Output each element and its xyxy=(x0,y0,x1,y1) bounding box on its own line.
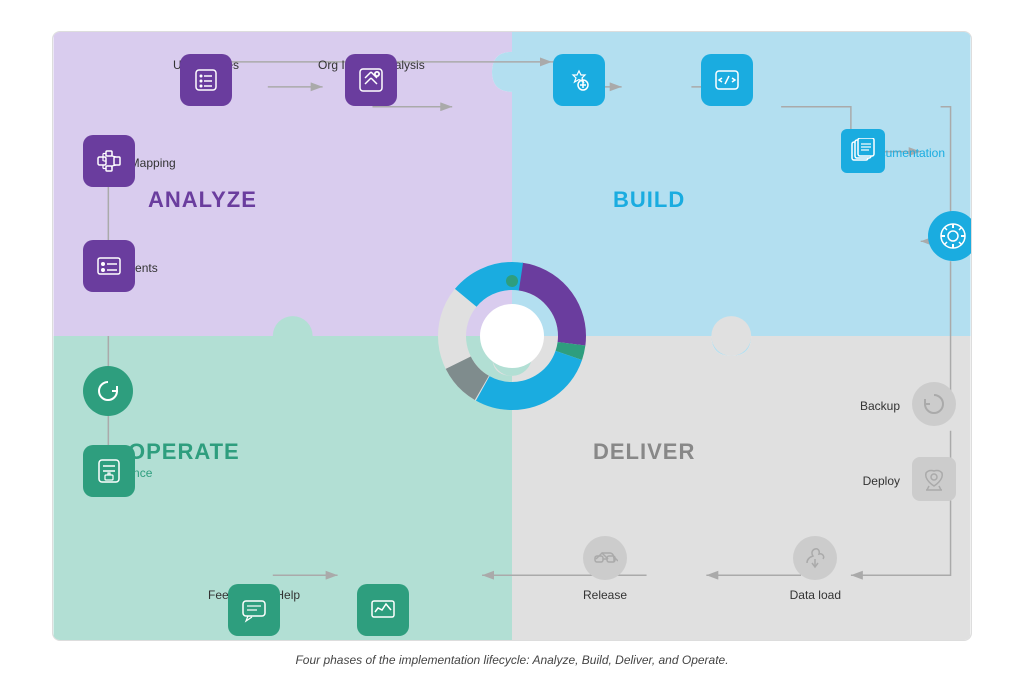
requirements-item: Requirements xyxy=(83,257,158,275)
requirements-icon xyxy=(83,240,135,292)
data-load-icon xyxy=(793,536,837,580)
phase-build-label: BUILD xyxy=(613,187,685,213)
phase-deliver-label: DELIVER xyxy=(593,439,695,465)
feedback-help-icon xyxy=(228,584,280,636)
restore-item: Restore xyxy=(83,382,131,400)
backup-label: Backup xyxy=(860,399,900,413)
test-icon xyxy=(928,211,972,261)
phase-analyze-label: ANALYZE xyxy=(148,187,257,213)
backup-item: Backup xyxy=(860,382,956,426)
deploy-label: Deploy xyxy=(863,474,900,488)
process-mapping-icon xyxy=(83,135,135,187)
feedback-help-item: Feedback & Help xyxy=(208,584,300,602)
compliance-item: Compliance xyxy=(83,462,152,480)
configure-icon xyxy=(553,54,605,106)
monitor-icon xyxy=(357,584,409,636)
donut-chart xyxy=(427,251,597,421)
configure-item: Configure xyxy=(553,54,605,72)
outer-container: ANALYZE BUILD OPERATE DELIVER User Stori… xyxy=(32,11,992,687)
diagram-caption: Four phases of the implementation lifecy… xyxy=(52,653,972,667)
process-mapping-item: Process Mapping xyxy=(83,152,176,170)
release-item: Release xyxy=(583,536,627,602)
compliance-icon xyxy=(83,445,135,497)
org-impact-icon xyxy=(345,54,397,106)
restore-icon xyxy=(83,366,133,416)
code-icon xyxy=(701,54,753,106)
org-doc-icon xyxy=(841,129,885,173)
org-impact-item: Org Impact Analysis xyxy=(318,54,425,72)
user-stories-icon xyxy=(180,54,232,106)
release-label: Release xyxy=(583,588,627,602)
backup-icon xyxy=(912,382,956,426)
deploy-item: Deploy xyxy=(863,457,956,501)
deploy-icon xyxy=(912,457,956,501)
user-stories-item: User Stories xyxy=(173,54,239,72)
data-load-item: Data load xyxy=(790,536,841,602)
test-item: Test xyxy=(928,227,956,245)
code-item: Code xyxy=(713,54,742,72)
diagram-wrapper: ANALYZE BUILD OPERATE DELIVER User Stori… xyxy=(52,31,972,641)
release-icon xyxy=(583,536,627,580)
monitor-item: Monitor xyxy=(363,584,403,602)
org-doc-item: Org Documentation xyxy=(841,142,951,160)
data-load-label: Data load xyxy=(790,588,841,602)
